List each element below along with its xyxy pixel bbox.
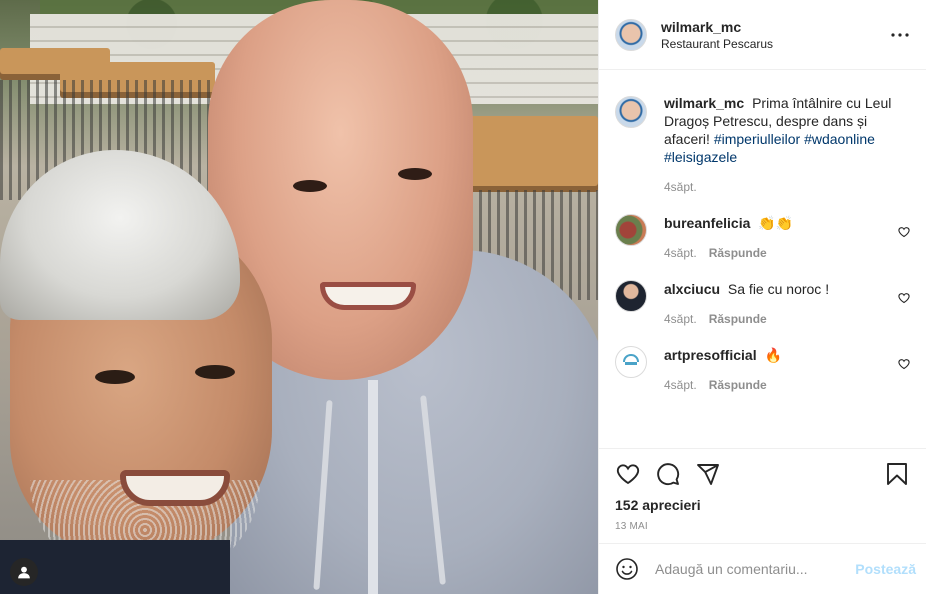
caption-text-block: wilmark_mc Prima întâlnire cu Leul Drago…	[664, 94, 910, 166]
comments-list[interactable]: wilmark_mc Prima întâlnire cu Leul Drago…	[599, 70, 926, 448]
post-side-panel: wilmark_mc Restaurant Pescarus wilmark_m…	[598, 0, 926, 594]
artpres-logo-icon	[623, 353, 639, 365]
more-horizontal-icon	[891, 32, 909, 37]
action-icons-row	[615, 461, 910, 487]
commenter-avatar[interactable]	[615, 214, 647, 246]
comment-item: bureanfelicia 👏👏 4săpt. Răspunde	[615, 214, 910, 260]
comment-body: alxciucu Sa fie cu noroc ! 4săpt. Răspun…	[664, 280, 886, 326]
caption-time[interactable]: 4săpt.	[664, 180, 697, 194]
white-hair	[0, 150, 240, 320]
heart-icon	[616, 464, 640, 485]
post-location[interactable]: Restaurant Pescarus	[661, 36, 888, 52]
commenter-avatar[interactable]	[615, 346, 647, 378]
comment-item: alxciucu Sa fie cu noroc ! 4săpt. Răspun…	[615, 280, 910, 326]
comment-button[interactable]	[655, 461, 681, 487]
reply-button[interactable]: Răspunde	[709, 246, 767, 260]
comment-time[interactable]: 4săpt.	[664, 312, 697, 326]
comment-meta: 4săpt. Răspunde	[664, 246, 886, 260]
eye	[293, 180, 327, 192]
post-header: wilmark_mc Restaurant Pescarus	[599, 0, 926, 70]
like-button[interactable]	[615, 461, 641, 487]
smile	[120, 470, 230, 506]
post-date[interactable]: 13 MAI	[615, 521, 910, 532]
author-avatar[interactable]	[615, 96, 647, 128]
eye	[195, 365, 235, 379]
comment-icon	[657, 463, 680, 486]
bookmark-icon	[887, 463, 907, 485]
eye	[95, 370, 135, 384]
comment-text: Sa fie cu noroc !	[727, 281, 830, 297]
comment-meta: 4săpt. Răspunde	[664, 378, 886, 392]
smile	[320, 282, 416, 310]
comment-like-button[interactable]	[886, 214, 910, 238]
likes-count[interactable]: 152 aprecieri	[615, 497, 910, 513]
user-tag-icon[interactable]	[10, 558, 38, 586]
caption-username[interactable]: wilmark_mc	[664, 95, 744, 111]
comment-like-button[interactable]	[886, 280, 910, 304]
post-comment-button[interactable]: Postează	[855, 561, 916, 577]
comment-text-block: alxciucu Sa fie cu noroc !	[664, 280, 886, 298]
user-silhouette-icon	[18, 566, 30, 579]
commenter-username[interactable]: alxciucu	[664, 281, 720, 297]
more-options-button[interactable]	[888, 23, 912, 47]
comment-text-block: artpresofficial 🔥	[664, 346, 886, 364]
post-caption: wilmark_mc Prima întâlnire cu Leul Drago…	[615, 70, 910, 194]
comment-time[interactable]: 4săpt.	[664, 378, 697, 392]
reply-button[interactable]: Răspunde	[709, 378, 767, 392]
comment-text: 🔥	[764, 347, 782, 363]
save-button[interactable]	[884, 461, 910, 487]
post-photo[interactable]	[0, 0, 598, 594]
person-left	[0, 150, 280, 594]
comment-input[interactable]	[655, 561, 856, 577]
instagram-post: wilmark_mc Restaurant Pescarus wilmark_m…	[0, 0, 926, 594]
post-actions: 152 aprecieri 13 MAI	[599, 448, 926, 532]
comment-text: 👏👏	[758, 215, 794, 231]
header-text: wilmark_mc Restaurant Pescarus	[661, 18, 888, 52]
hashtag-link[interactable]: #imperiulleilor	[714, 131, 800, 147]
hoodie-zipper	[368, 380, 378, 594]
comment-body: artpresofficial 🔥 4săpt. Răspunde	[664, 346, 886, 392]
comment-time[interactable]: 4săpt.	[664, 246, 697, 260]
hashtag-link[interactable]: #leisigazele	[664, 149, 737, 165]
comment-meta: 4săpt. Răspunde	[664, 312, 886, 326]
comment-like-button[interactable]	[886, 346, 910, 370]
hashtag-link[interactable]: #wdaonline	[804, 131, 875, 147]
share-button[interactable]	[695, 461, 721, 487]
emoji-button[interactable]	[615, 557, 639, 581]
commenter-username[interactable]: bureanfelicia	[664, 215, 750, 231]
caption-body: wilmark_mc Prima întâlnire cu Leul Drago…	[664, 94, 910, 194]
paper-plane-icon	[697, 464, 719, 485]
comment-item: artpresofficial 🔥 4săpt. Răspunde	[615, 346, 910, 392]
eye	[398, 168, 432, 180]
commenter-username[interactable]: artpresofficial	[664, 347, 757, 363]
commenter-avatar[interactable]	[615, 280, 647, 312]
comment-text-block: bureanfelicia 👏👏	[664, 214, 886, 232]
caption-meta: 4săpt.	[664, 180, 910, 194]
smiley-icon	[616, 558, 638, 580]
comment-body: bureanfelicia 👏👏 4săpt. Răspunde	[664, 214, 886, 260]
author-username[interactable]: wilmark_mc	[661, 18, 888, 36]
heart-icon	[898, 293, 910, 304]
heart-icon	[898, 227, 910, 238]
add-comment-bar: Postează	[599, 543, 926, 594]
author-avatar[interactable]	[615, 18, 647, 51]
reply-button[interactable]: Răspunde	[709, 312, 767, 326]
heart-icon	[898, 359, 910, 370]
